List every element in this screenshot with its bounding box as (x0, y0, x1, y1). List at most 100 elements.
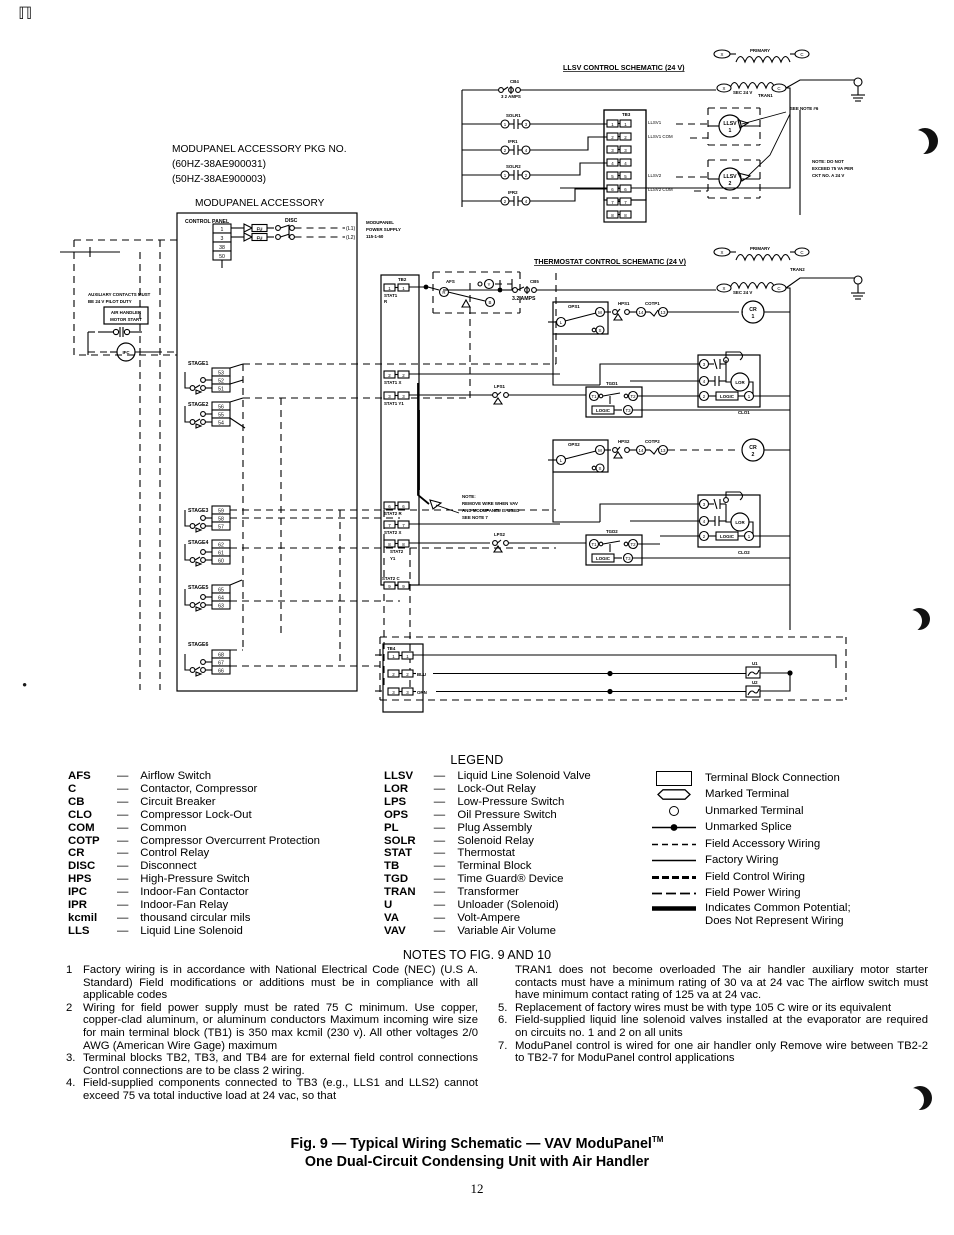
legend-dash: — (116, 808, 129, 821)
legend-abbr: PL (384, 821, 399, 834)
legend-entry: HPS — High-Pressure Switch (68, 873, 368, 886)
legend-term: Time Guard® Device (457, 873, 564, 886)
scan-artifact-crescent-right-bottom (908, 1086, 932, 1110)
llsv-coils: LLSV 1 LLSV 2 SEE NOTE #6 NOTE: DO NOT E… (707, 106, 854, 215)
legend-entry: CLO — Compressor Lock-Out (68, 809, 368, 822)
svg-text:STAGE2: STAGE2 (188, 402, 208, 408)
power-supply-line2: POWER SUPPLY (366, 227, 401, 232)
legend-term: Plug Assembly (457, 821, 533, 834)
legend-dash: — (433, 886, 446, 899)
figure-caption-line-1: Fig. 9 — Typical Wiring Schematic — VAV … (0, 1131, 954, 1153)
legend-symbol-label: Factory Wiring (705, 854, 779, 867)
unmarked-terminal-icon (643, 806, 705, 817)
note-number: 7. (498, 1039, 508, 1052)
figure-caption-line-2: One Dual-Circuit Condensing Unit with Ai… (304, 1153, 650, 1170)
legend-abbr: CB (68, 795, 85, 808)
afs-b: B (489, 300, 492, 305)
svg-text:STAT2 X: STAT2 X (384, 530, 401, 535)
legend-symbol-entry: Unmarked Terminal (643, 803, 913, 820)
legend-term: High-Pressure Switch (140, 873, 250, 886)
svg-text:CB5: CB5 (530, 279, 539, 284)
svg-text:AUXILIARY CONTACTS MUST: AUXILIARY CONTACTS MUST (88, 292, 151, 297)
va-note-line2: EXCEED 75 VA PER (812, 166, 854, 171)
u2-label: U2 (752, 680, 758, 685)
l2-label: (L2) (346, 235, 355, 241)
svg-text:LOGIC: LOGIC (596, 556, 611, 561)
legend-abbr: COTP (68, 834, 100, 847)
svg-text:S: S (599, 328, 602, 333)
note-item: 3. Terminal blocks TB2, TB3, and TB4 are… (66, 1052, 478, 1077)
legend-entry: LPS — Low-Pressure Switch (384, 796, 629, 809)
stage-ladder: STAGE1 53 52 51 STAGE2 56 55 54 STAGE3 5… (184, 268, 557, 690)
thermostat-main-bus: CB5 3.2 AMPS (443, 279, 716, 302)
field-control-wiring-icon (643, 874, 705, 881)
legend-term: Unloader (Solenoid) (457, 899, 559, 912)
svg-text:TB3: TB3 (622, 112, 631, 117)
note-number: 6. (498, 1014, 508, 1027)
legend-abbr: HPS (68, 873, 92, 886)
note-number: 5. (498, 1001, 508, 1014)
svg-text:38: 38 (219, 245, 225, 251)
svg-text:66: 66 (218, 669, 224, 675)
svg-text:STAGE1: STAGE1 (188, 361, 208, 367)
legend-entry: SOLR — Solenoid Relay (384, 835, 629, 848)
legend-entry: COM — Common (68, 822, 368, 835)
svg-text:3 2 AMPS: 3 2 AMPS (501, 94, 521, 99)
wiring-schematic: .w { stroke:#000; stroke-width:1.1; fill… (0, 0, 954, 748)
afs-r: R (442, 290, 445, 295)
legend-dash: — (116, 899, 129, 912)
legend-symbol-entry: Field Accessory Wiring (643, 836, 913, 853)
lor1-label: LOR (735, 380, 745, 385)
svg-text:TB2: TB2 (398, 277, 407, 282)
factory-wiring-icon (643, 857, 705, 864)
legend-dash: — (433, 770, 446, 782)
note-item: 6. Field-supplied liquid line solenoid v… (498, 1014, 928, 1039)
va-note-line3: CKT NO. A 24 V (812, 173, 844, 178)
legend-entry: LLS — Liquid Line Solenoid (68, 925, 368, 938)
legend-term: Terminal Block (457, 860, 532, 873)
legend-dash: — (116, 886, 129, 899)
svg-text:IFR2: IFR2 (508, 190, 518, 195)
note-number: 2 (66, 1001, 73, 1014)
legend-entry: CB — Circuit Breaker (68, 796, 368, 809)
svg-text:SEC 24 V: SEC 24 V (733, 290, 752, 295)
note-number: 4. (66, 1077, 76, 1090)
svg-text:M: M (598, 448, 602, 453)
note-number: 1 (66, 964, 73, 976)
legend-abbr: LPS (384, 795, 407, 808)
legend-term: Indoor-Fan Relay (140, 899, 229, 912)
blu-label: BLU (417, 672, 426, 677)
modupanel-accessory-title: MODUPANEL ACCESSORY (195, 198, 325, 209)
svg-text:13: 13 (661, 310, 666, 315)
svg-text:STAGE3: STAGE3 (188, 508, 208, 514)
power-supply-line1: MODUPANEL (366, 220, 394, 225)
legend-abbr: kcmil (68, 911, 98, 924)
note-text: ModuPanel control is wired for one air h… (515, 1039, 928, 1065)
legend-dash: — (116, 860, 129, 873)
document-page: ℿ • .w { stroke:#000; stroke-width:1.1; … (0, 0, 954, 1235)
legend-term: Contactor, Compressor (140, 782, 258, 795)
legend-dash: — (116, 847, 129, 860)
legend-term: Transformer (457, 886, 519, 899)
legend-dash: — (433, 899, 446, 912)
legend-entry: TB — Terminal Block (384, 860, 629, 873)
figure-caption: Fig. 9 — Typical Wiring Schematic — VAV … (0, 1131, 954, 1171)
svg-text:2: 2 (729, 181, 732, 187)
legend-term: Variable Air Volume (457, 924, 556, 937)
u1-label: U1 (752, 661, 758, 666)
lor2-label: LOR (735, 520, 745, 525)
legend-term: Common (140, 821, 187, 834)
llsv2-label: LLSV2 (648, 173, 662, 178)
vav-note-line4: SEE NOTE 7 (462, 515, 488, 520)
trademark-symbol: TM (651, 1135, 664, 1144)
legend-term: Circuit Breaker (140, 795, 216, 808)
legend-entry: IPC — Indoor-Fan Contactor (68, 886, 368, 899)
svg-text:STAT1: STAT1 (384, 293, 398, 298)
svg-text:57: 57 (218, 525, 224, 531)
svg-text:2: 2 (752, 452, 755, 458)
llsv2-coil: LLSV (723, 174, 737, 180)
svg-text:X: X (721, 250, 724, 255)
svg-text:T3: T3 (625, 556, 631, 561)
legend-term: Volt-Ampere (457, 911, 521, 924)
svg-text:3.2 AMPS: 3.2 AMPS (512, 296, 536, 302)
